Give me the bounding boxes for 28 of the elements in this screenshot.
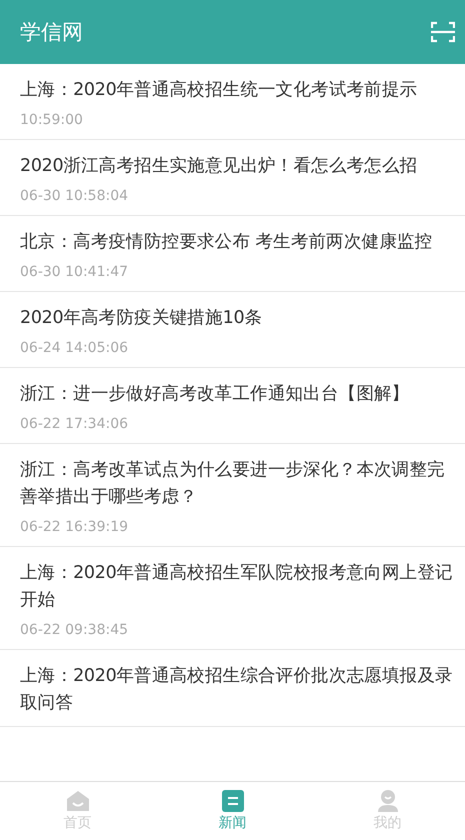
news-icon <box>222 790 244 812</box>
news-time: 06-30 10:41:47 <box>20 263 130 282</box>
news-item[interactable]: 北京：高考疫情防控要求公布 考生考前两次健康监控 06-30 10:41:47 <box>0 216 465 292</box>
home-icon <box>66 790 90 812</box>
news-time: 06-24 14:05:06 <box>20 339 130 358</box>
news-item[interactable]: 2020年高考防疫关键措施10条 06-24 14:05:06 <box>0 292 465 368</box>
app-title: 学信网 <box>20 19 83 46</box>
news-title: 上海：2020年普通高校招生军队院校报考意向网上登记开始 <box>20 562 454 612</box>
news-title: 2020年高考防疫关键措施10条 <box>20 307 264 330</box>
news-time: 06-22 09:38:45 <box>20 621 130 640</box>
news-time: 10:59:00 <box>20 111 84 130</box>
scan-icon[interactable] <box>431 21 455 43</box>
news-item[interactable]: 浙江：进一步做好高考改革工作通知出台【图解】 06-22 17:34:06 <box>0 368 465 444</box>
news-title: 浙江：高考改革试点为什么要进一步深化？本次调整完善举措出于哪些考虑？ <box>20 459 446 509</box>
news-title: 2020浙江高考招生实施意见出炉！看怎么考怎么招 <box>20 155 418 178</box>
news-title: 上海：2020年普通高校招生综合评价批次志愿填报及录取问答 <box>20 665 454 715</box>
news-time: 06-22 16:39:19 <box>20 518 130 537</box>
news-item[interactable]: 上海：2020年普通高校招生统一文化考试考前提示 10:59:00 <box>0 64 465 140</box>
person-icon <box>376 790 400 812</box>
news-title: 上海：2020年普通高校招生统一文化考试考前提示 <box>20 79 418 102</box>
news-item[interactable]: 浙江：高考改革试点为什么要进一步深化？本次调整完善举措出于哪些考虑？ 06-22 16:39:19 <box>0 444 465 547</box>
news-title: 北京：高考疫情防控要求公布 考生考前两次健康监控 <box>20 231 434 254</box>
news-time: 06-30 10:58:04 <box>20 187 130 206</box>
news-item[interactable]: 上海：2020年普通高校招生军队院校报考意向网上登记开始 06-22 09:38:45 <box>0 547 465 650</box>
news-item[interactable]: 上海：2020年普通高校招生综合评价批次志愿填报及录取问答 <box>0 650 465 727</box>
news-item[interactable]: 2020浙江高考招生实施意见出炉！看怎么考怎么招 06-30 10:58:04 <box>0 140 465 216</box>
news-title: 浙江：进一步做好高考改革工作通知出台【图解】 <box>20 383 410 406</box>
news-time: 06-22 17:34:06 <box>20 415 130 434</box>
